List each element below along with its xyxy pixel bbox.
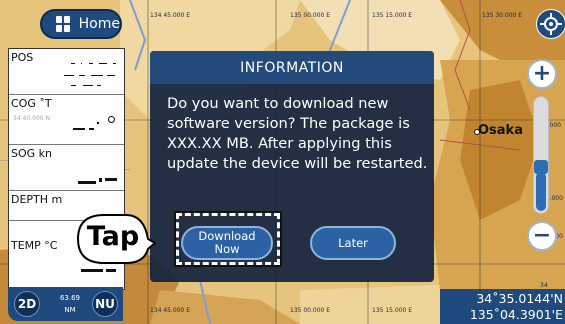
lon-tick-label: 135 15.000 E [372,307,413,314]
chart-plotter-screen: 134 45.000 E 135 00.000 E 135 15.000 E 1… [0,0,565,324]
later-button[interactable]: Later [310,226,396,260]
home-button[interactable]: Home [40,9,122,39]
bottom-status-bar: 2D 63.69 NM NU [8,287,123,321]
place-label: Osaka [478,123,523,138]
data-cell-label: POS [11,51,34,64]
tap-callout-label: Tap [86,221,140,252]
dialog-message: Do you want to download new software ver… [167,95,428,172]
data-cell-label: SOG kn [11,147,53,160]
zoom-slider[interactable] [533,96,549,214]
zoom-in-button[interactable]: + [527,59,557,89]
longitude-readout: 135˚04.3901'E [469,307,563,322]
zoom-slider-fill [536,172,546,211]
lon-tick-label: 135 30.000 E [482,12,523,19]
data-cell-cog[interactable]: COG ˚T 34 40.000 N [9,95,124,145]
range-unit: NM [64,306,76,314]
zoom-out-button[interactable]: − [527,221,557,251]
data-cell-pos[interactable]: POS [9,49,124,95]
dialog-title: INFORMATION [150,51,434,84]
crosshair-icon [540,13,562,35]
range-value: 63.69 [59,294,81,302]
zoom-slider-thumb[interactable] [534,160,548,174]
grid-icon [56,16,70,32]
north-up-button[interactable]: NU [92,291,118,317]
latitude-readout: 34˚35.0144'N [476,291,563,306]
locate-button[interactable] [536,9,565,39]
lon-tick-label: 135 00.000 E [290,12,331,19]
highlight-frame [174,211,282,267]
data-cell-sog[interactable]: SOG kn [9,145,124,191]
faint-lat-label: 34 40.000 N [13,115,50,122]
data-cell-label: COG ˚T [11,97,52,110]
lon-tick-label: 134 45.000 E [150,307,191,314]
home-button-label: Home [78,16,120,32]
data-cell-label: TEMP °C [11,239,58,252]
lon-tick-label: 135 00.000 E [290,307,331,314]
view-2d-button[interactable]: 2D [14,291,40,317]
data-cell-label: DEPTH m [11,193,63,206]
range-readout[interactable]: 63.69 NM [55,292,85,316]
lon-tick-label: 135 15.000 E [372,12,413,19]
position-readout: 34˚35.0144'N 135˚04.3901'E [440,289,565,324]
lon-tick-label: 134 45.000 E [150,12,191,19]
